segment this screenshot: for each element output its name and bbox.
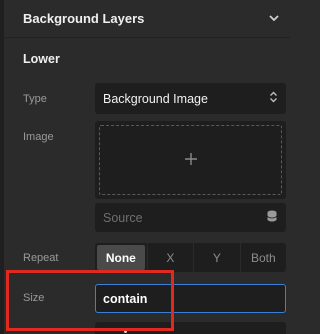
background-layers-header[interactable]: Background Layers: [4, 0, 290, 38]
up-down-arrows-icon: [269, 90, 278, 108]
type-select[interactable]: Background Image: [95, 83, 286, 114]
image-picker[interactable]: [95, 121, 286, 199]
panel-edge: [0, 0, 4, 334]
background-layers-panel: Background Layers Lower Type Background …: [0, 0, 290, 334]
size-input[interactable]: contain: [95, 284, 286, 313]
image-drop-zone[interactable]: [99, 125, 282, 195]
repeat-option-none[interactable]: None: [97, 245, 145, 270]
layer-title: Lower: [23, 52, 60, 66]
next-field-text-fragment: [124, 330, 127, 333]
size-label: Size: [23, 292, 45, 304]
plus-icon[interactable]: [184, 150, 198, 170]
source-placeholder: Source: [103, 210, 143, 225]
repeat-option-both[interactable]: Both: [239, 243, 286, 272]
repeat-option-x[interactable]: X: [146, 243, 193, 272]
panel-title: Background Layers: [23, 11, 145, 26]
size-input-value: contain: [103, 291, 148, 306]
repeat-option-y[interactable]: Y: [193, 243, 239, 272]
image-label: Image: [23, 131, 54, 143]
type-select-value: Background Image: [103, 91, 208, 106]
chevron-down-icon[interactable]: [268, 13, 280, 25]
database-icon[interactable]: [267, 209, 277, 227]
type-label: Type: [23, 93, 47, 105]
repeat-segmented-control: None X Y Both: [95, 243, 286, 272]
source-input[interactable]: Source: [95, 203, 286, 232]
repeat-label: Repeat: [23, 252, 59, 264]
